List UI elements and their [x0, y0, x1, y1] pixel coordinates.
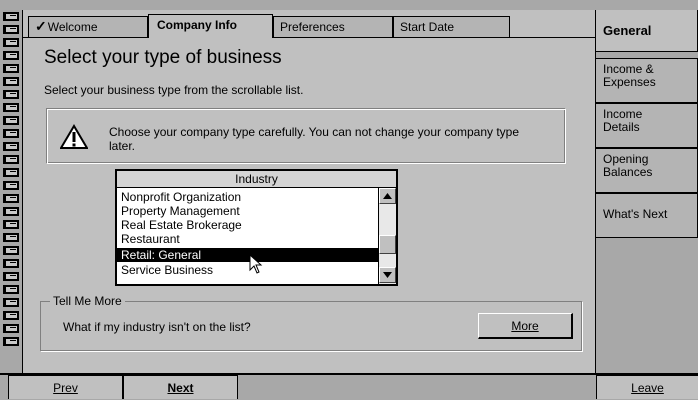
binding-ring: [3, 129, 19, 138]
binding-ring: [3, 233, 19, 242]
list-item[interactable]: Restaurant: [121, 232, 377, 246]
list-item[interactable]: Property Management: [121, 204, 377, 218]
binding-ring: [3, 38, 19, 47]
binding-ring: [3, 220, 19, 229]
warning-triangle-icon: [59, 124, 89, 153]
binding-ring: [3, 51, 19, 60]
binding-ring: [3, 246, 19, 255]
industry-list-header: Industry: [117, 171, 396, 188]
nav-item-opening-balances[interactable]: Opening Balances: [596, 148, 698, 193]
page-subtitle: Select your business type from the scrol…: [44, 83, 304, 97]
nav-item-income-details[interactable]: Income Details: [596, 103, 698, 148]
binding-ring: [3, 298, 19, 307]
binding-ring: [3, 142, 19, 151]
more-button[interactable]: More: [478, 313, 573, 339]
prev-button[interactable]: Prev: [8, 375, 123, 399]
binding-ring: [3, 64, 19, 73]
binding-ring: [3, 181, 19, 190]
binding-ring: [3, 337, 19, 346]
tab-preferences[interactable]: Preferences: [273, 16, 393, 38]
binding-ring: [3, 311, 19, 320]
nav-item-whats-next[interactable]: What's Next: [596, 193, 698, 238]
arrow-up-icon: [383, 193, 392, 199]
list-item[interactable]: Nonprofit Organization: [121, 190, 377, 204]
binding-ring: [3, 168, 19, 177]
binding-ring: [3, 90, 19, 99]
nav-item-income-expenses[interactable]: Income & Expenses: [596, 58, 698, 103]
scroll-down-button[interactable]: [379, 267, 396, 283]
list-item[interactable]: Real Estate Brokerage: [121, 218, 377, 232]
next-button[interactable]: Next: [123, 375, 238, 399]
binding-ring: [3, 324, 19, 333]
tab-welcome[interactable]: ✓Welcome: [28, 16, 148, 38]
binding-ring: [3, 77, 19, 86]
binding-ring: [3, 12, 19, 21]
binding-ring: [3, 259, 19, 268]
checkmark-icon: ✓: [35, 18, 47, 34]
binding-ring: [3, 25, 19, 34]
tell-me-more-legend: Tell Me More: [50, 294, 125, 308]
tell-me-more-question: What if my industry isn't on the list?: [63, 320, 251, 334]
industry-scrollbar[interactable]: [378, 188, 396, 284]
arrow-down-icon: [383, 272, 392, 278]
warning-text: Choose your company type carefully. You …: [109, 125, 520, 153]
active-tab-gap: [149, 37, 272, 38]
binding-ring: [3, 103, 19, 112]
binding-ring: [3, 155, 19, 164]
binding-ring: [3, 272, 19, 281]
scroll-thumb[interactable]: [379, 235, 396, 254]
mouse-cursor-icon: [249, 253, 263, 277]
binding-ring: [3, 285, 19, 294]
scroll-up-button[interactable]: [379, 188, 396, 204]
page-title: Select your type of business: [44, 47, 282, 68]
tab-start-date[interactable]: Start Date: [393, 16, 510, 38]
binding-ring: [3, 207, 19, 216]
spiral-binding: [0, 0, 22, 372]
binding-ring: [3, 194, 19, 203]
tab-divider: [22, 37, 596, 38]
binding-ring: [3, 116, 19, 125]
leave-button[interactable]: Leave: [596, 375, 698, 399]
nav-item-general[interactable]: General: [596, 10, 698, 52]
tab-company-info[interactable]: Company Info: [148, 14, 273, 38]
